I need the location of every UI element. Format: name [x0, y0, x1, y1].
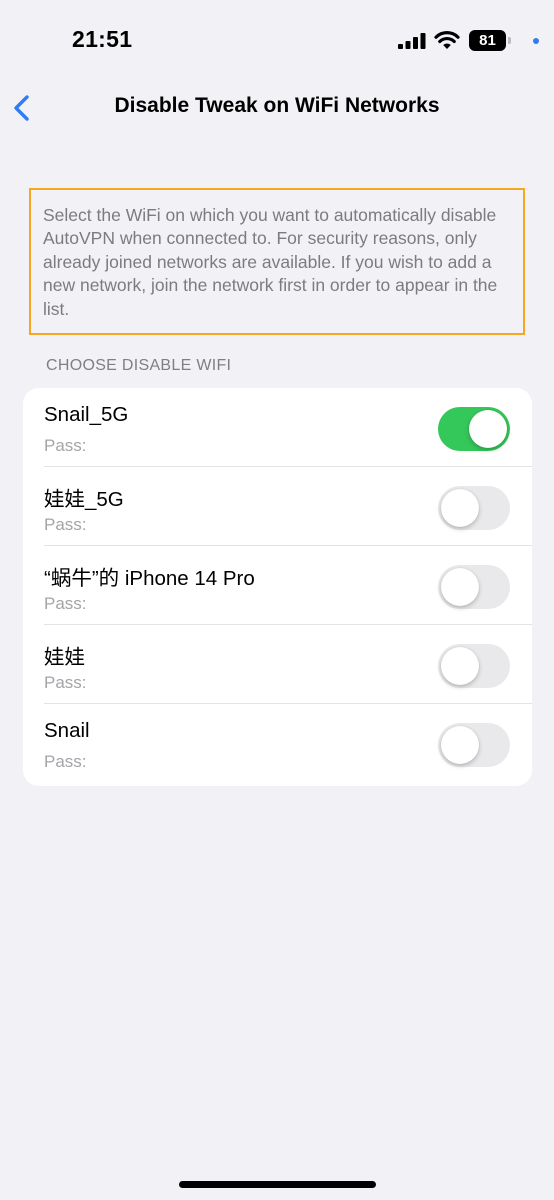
toggle-knob — [441, 489, 479, 527]
list-item: 娃娃_5G Pass: — [23, 467, 532, 546]
wifi-network-list: Snail_5G Pass: 娃娃_5G Pass: “蜗牛”的 iPhone … — [23, 388, 532, 786]
toggle-knob — [441, 647, 479, 685]
network-pass-label: Pass: — [44, 515, 87, 534]
status-dot — [533, 38, 539, 44]
network-name: 娃娃 — [44, 646, 85, 669]
wifi-icon — [434, 31, 460, 49]
status-time: 21:51 — [72, 26, 133, 52]
toggle-knob — [469, 410, 507, 448]
network-pass-label: Pass: — [44, 752, 87, 771]
network-toggle[interactable] — [438, 723, 510, 767]
page-title: Disable Tweak on WiFi Networks — [114, 94, 440, 117]
battery-icon: 81 — [469, 30, 511, 51]
network-name: Snail_5G — [44, 403, 129, 426]
network-name: “蜗牛”的 iPhone 14 Pro — [44, 567, 255, 590]
network-pass-label: Pass: — [44, 673, 87, 692]
network-name: Snail — [44, 719, 90, 742]
list-item: “蜗牛”的 iPhone 14 Pro Pass: — [23, 546, 532, 625]
network-name: 娃娃_5G — [44, 488, 124, 511]
list-item: 娃娃 Pass: — [23, 625, 532, 704]
list-item: Snail Pass: — [23, 704, 532, 783]
network-toggle[interactable] — [438, 565, 510, 609]
network-toggle[interactable] — [438, 407, 510, 451]
network-toggle[interactable] — [438, 486, 510, 530]
description-text: Select the WiFi on which you want to aut… — [29, 188, 525, 335]
section-header: CHOOSE DISABLE WIFI — [46, 357, 232, 374]
network-toggle[interactable] — [438, 644, 510, 688]
navigation-bar: Disable Tweak on WiFi Networks — [0, 80, 554, 136]
home-indicator[interactable] — [179, 1181, 376, 1188]
network-pass-label: Pass: — [44, 594, 87, 613]
status-bar: 21:51 81 — [0, 0, 554, 80]
network-pass-label: Pass: — [44, 436, 87, 455]
cellular-signal-icon — [398, 33, 426, 49]
toggle-knob — [441, 726, 479, 764]
list-item: Snail_5G Pass: — [23, 388, 532, 467]
toggle-knob — [441, 568, 479, 606]
